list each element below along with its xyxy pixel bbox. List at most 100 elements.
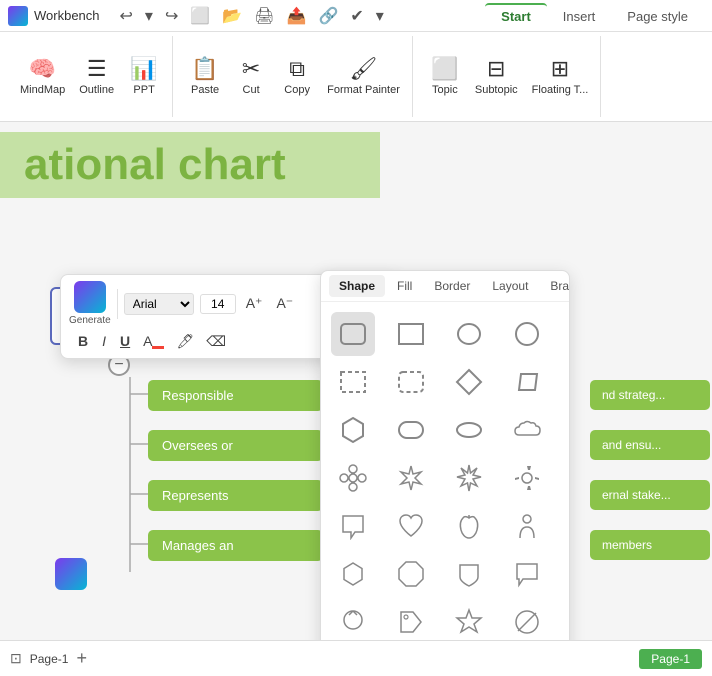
shape-gear[interactable] <box>505 456 549 500</box>
font-family-select[interactable]: Arial <box>124 293 194 315</box>
topic-label: Topic <box>432 84 458 96</box>
node-manages[interactable]: Manages an <box>148 530 323 561</box>
font-size-input[interactable] <box>200 294 236 314</box>
node-oversees[interactable]: Oversees or <box>148 430 323 461</box>
check-button[interactable]: ✔ <box>346 4 367 28</box>
topic-button[interactable]: ⬜ Topic <box>423 54 467 100</box>
undo-dropdown[interactable]: ▾ <box>141 4 157 28</box>
generate-label: Generate <box>69 315 111 326</box>
shape-flower[interactable] <box>331 456 375 500</box>
shape-rect[interactable] <box>389 312 433 356</box>
font-decrease-button[interactable]: A⁻ <box>272 293 297 314</box>
node-strategy[interactable]: nd strateg... <box>590 380 710 410</box>
more-button[interactable]: ▾ <box>372 4 388 28</box>
shape-parallelogram[interactable] <box>505 360 549 404</box>
insert-group: ⬜ Topic ⊟ Subtopic ⊞ Floating T... <box>417 36 601 117</box>
shape-speech-bubble[interactable] <box>505 552 549 596</box>
italic-button[interactable]: I <box>97 330 111 352</box>
shape-ellipse[interactable] <box>447 312 491 356</box>
outline-icon: ☰ <box>87 58 107 80</box>
tab-bar: Start Insert Page style <box>485 3 704 28</box>
shape-heart[interactable] <box>389 504 433 548</box>
node-represents[interactable]: Represents <box>148 480 323 511</box>
copy-button[interactable]: ⧉ Copy <box>275 54 319 100</box>
cut-button[interactable]: ✂ Cut <box>229 54 273 100</box>
paste-button[interactable]: 📋 Paste <box>183 54 227 100</box>
canvas-area[interactable]: ational chart Executive Di − Responsible… <box>0 122 712 640</box>
sh-tab-fill[interactable]: Fill <box>387 275 422 297</box>
format-painter-icon: 🖌 <box>350 58 378 80</box>
highlight-button[interactable]: 🖊 <box>172 331 198 352</box>
node-stake[interactable]: ernal stake... <box>590 480 710 510</box>
share-button[interactable]: 🔗 <box>314 4 342 28</box>
floating-topic-icon: ⊞ <box>551 58 569 80</box>
topic-icon: ⬜ <box>431 58 458 80</box>
eraser-button[interactable]: ⌫ <box>202 331 230 352</box>
view-group: 🧠 MindMap ☰ Outline 📊 PPT <box>8 36 173 117</box>
floating-topic-button[interactable]: ⊞ Floating T... <box>526 54 595 100</box>
shape-person[interactable] <box>505 504 549 548</box>
node-responsible[interactable]: Responsible <box>148 380 323 411</box>
shape-cloud[interactable] <box>505 408 549 452</box>
paste-label: Paste <box>191 84 219 96</box>
sh-tab-border[interactable]: Border <box>424 275 480 297</box>
sh-tab-layout[interactable]: Layout <box>482 275 538 297</box>
title-bar: Workbench ↩ ▾ ↪ ⬜ 📂 🖨 📤 🔗 ✔ ▾ Start Inse… <box>0 0 712 32</box>
shape-starburst2[interactable] <box>447 456 491 500</box>
node-members[interactable]: members <box>590 530 710 560</box>
format-painter-button[interactable]: 🖌 Format Painter <box>321 54 406 100</box>
shape-panel-header: Shape Fill Border Layout Branch Connecto… <box>321 271 569 302</box>
shape-hexagon2[interactable] <box>331 552 375 596</box>
print-button[interactable]: 🖨 <box>250 4 278 28</box>
format-painter-label: Format Painter <box>327 84 400 96</box>
font-color-button[interactable]: A <box>139 331 168 351</box>
shape-ornament[interactable] <box>331 600 375 640</box>
shape-strikethrough[interactable] <box>505 600 549 640</box>
generate-button[interactable]: Generate <box>69 281 111 326</box>
subtopic-icon: ⊟ <box>487 58 505 80</box>
open-button[interactable]: 📂 <box>218 4 246 28</box>
sh-tab-shape[interactable]: Shape <box>329 275 385 297</box>
shape-wide-ellipse[interactable] <box>447 408 491 452</box>
shape-dashed-rect[interactable] <box>331 360 375 404</box>
shape-dashed-rounded[interactable] <box>389 360 433 404</box>
shape-diamond[interactable] <box>447 360 491 404</box>
shape-circle[interactable] <box>505 312 549 356</box>
chart-title: ational chart <box>0 132 380 198</box>
export-button[interactable]: 📤 <box>283 4 311 28</box>
sh-tab-branch[interactable]: Branch <box>540 275 570 297</box>
shape-stadium[interactable] <box>389 408 433 452</box>
mindmap-button[interactable]: 🧠 MindMap <box>14 54 71 100</box>
tab-pagestyle[interactable]: Page style <box>611 5 704 28</box>
node-ensure[interactable]: and ensu... <box>590 430 710 460</box>
shape-shield[interactable] <box>447 552 491 596</box>
fit-screen-icon[interactable]: ⊡ <box>10 650 22 667</box>
subtopic-button[interactable]: ⊟ Subtopic <box>469 54 524 100</box>
ppt-label: PPT <box>133 84 154 96</box>
shape-star[interactable] <box>447 600 491 640</box>
shape-tag[interactable] <box>389 600 433 640</box>
toolbar-divider <box>117 289 118 319</box>
outline-button[interactable]: ☰ Outline <box>73 54 120 100</box>
shape-octagon[interactable] <box>389 552 433 596</box>
shape-rounded-rect[interactable] <box>331 312 375 356</box>
save-button[interactable]: ⬜ <box>186 4 214 28</box>
tab-start[interactable]: Start <box>485 3 547 28</box>
tab-insert[interactable]: Insert <box>547 5 612 28</box>
shape-starburst[interactable] <box>389 456 433 500</box>
bottom-bar: ⊡ Page-1 + Page-1 <box>0 640 712 676</box>
shape-callout[interactable] <box>331 504 375 548</box>
ppt-button[interactable]: 📊 PPT <box>122 54 166 100</box>
bold-button[interactable]: B <box>73 330 93 352</box>
font-increase-button[interactable]: A⁺ <box>242 293 267 314</box>
page-tab-1[interactable]: Page-1 <box>639 649 702 669</box>
shape-apple[interactable] <box>447 504 491 548</box>
add-page-button[interactable]: + <box>76 648 87 669</box>
underline-button[interactable]: U <box>115 330 135 352</box>
shape-grid <box>321 302 569 640</box>
redo-button[interactable]: ↪ <box>161 4 182 28</box>
undo-button[interactable]: ↩ <box>116 4 137 28</box>
shape-hexagon[interactable] <box>331 408 375 452</box>
mindmap-label: MindMap <box>20 84 65 96</box>
app-icon <box>8 6 28 26</box>
